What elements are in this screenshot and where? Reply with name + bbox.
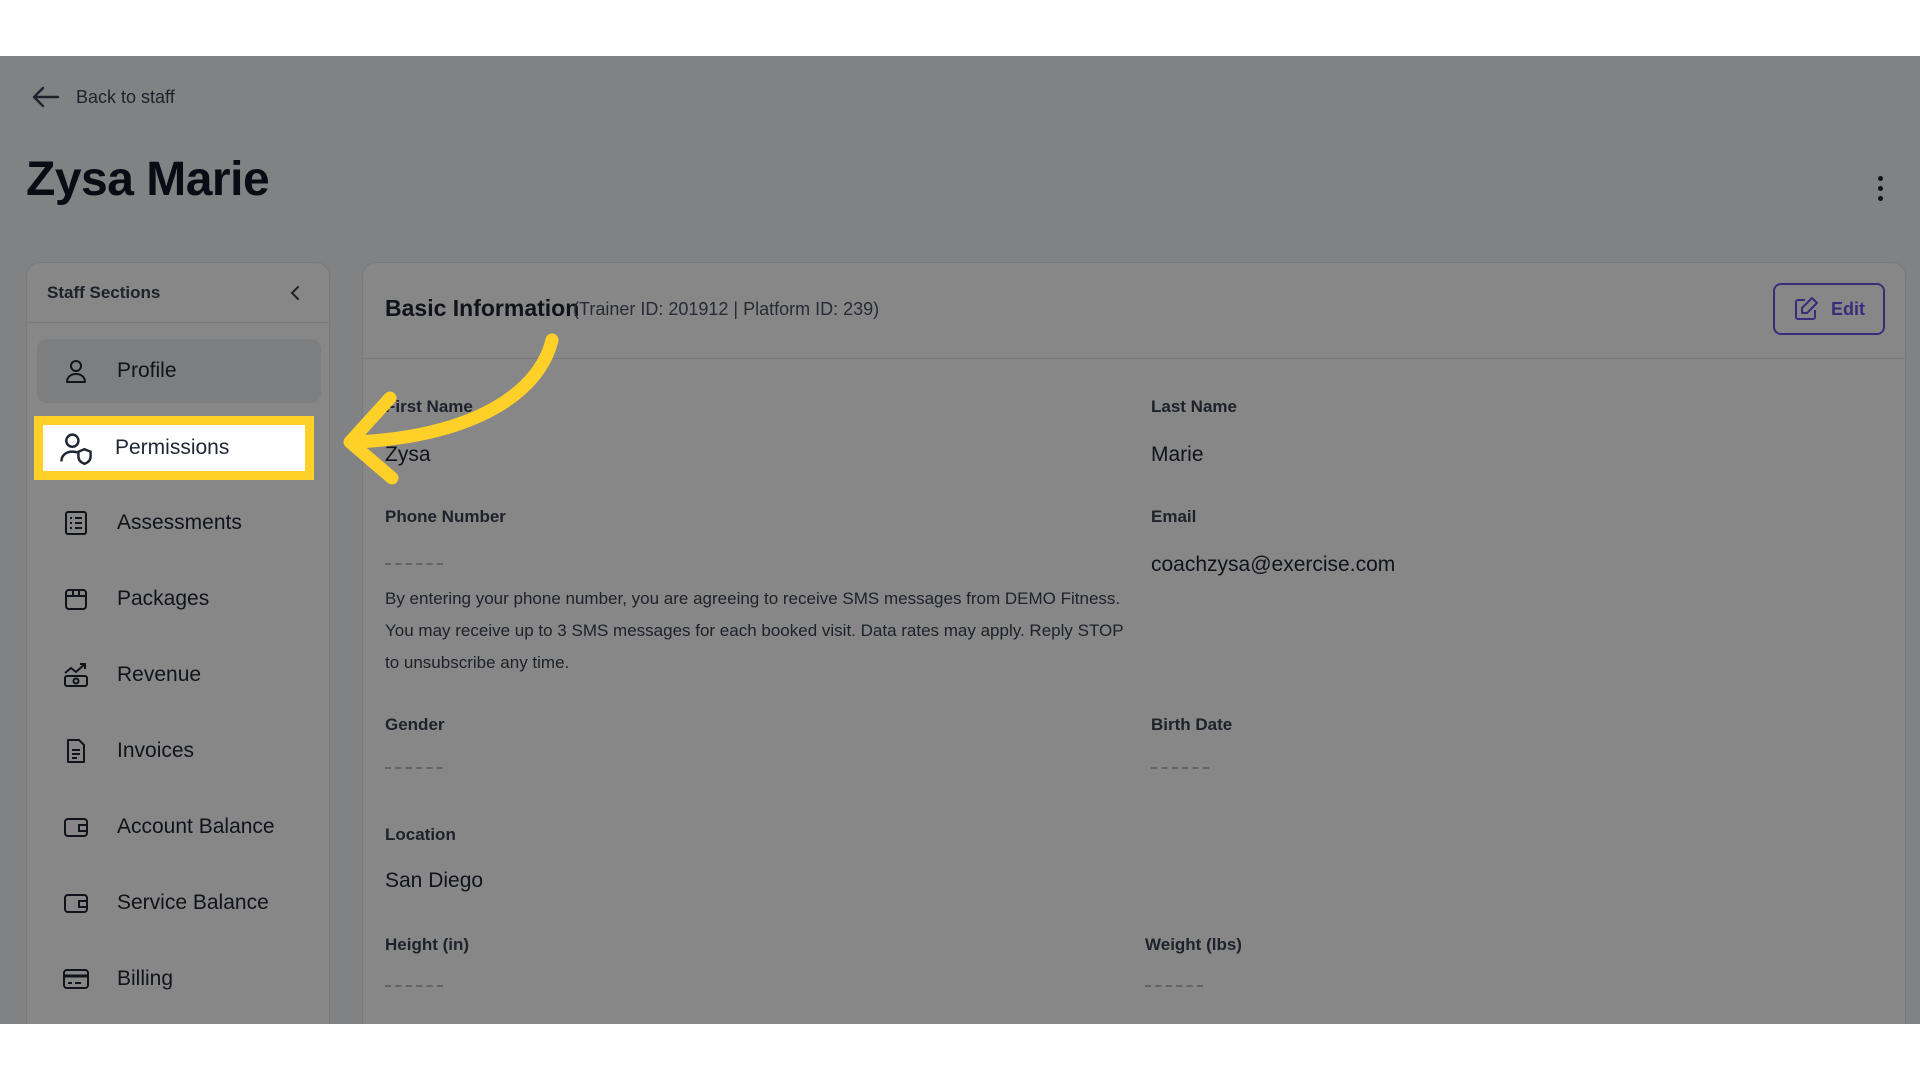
gender-empty xyxy=(385,767,443,769)
package-icon xyxy=(61,584,91,614)
back-to-staff-link[interactable]: Back to staff xyxy=(32,86,175,108)
edit-button[interactable]: Edit xyxy=(1773,283,1885,335)
birth-date-empty xyxy=(1151,767,1209,769)
collapse-sidebar-button[interactable] xyxy=(281,279,309,307)
sidebar-item-profile[interactable]: Profile xyxy=(37,339,321,403)
sidebar-item-revenue[interactable]: Revenue xyxy=(37,643,321,707)
first-name-label: First Name xyxy=(385,397,473,416)
credit-card-icon xyxy=(61,964,91,994)
height-empty xyxy=(385,985,443,987)
sidebar-item-billing[interactable]: Billing xyxy=(37,947,321,1011)
email-label: Email xyxy=(1151,507,1197,526)
birth-date-label: Birth Date xyxy=(1151,715,1233,734)
sidebar-title: Staff Sections xyxy=(47,282,161,302)
sidebar-item-label: Billing xyxy=(117,967,174,990)
email-value: coachzysa@exercise.com xyxy=(1151,553,1396,576)
last-name-value: Marie xyxy=(1151,443,1204,466)
sidebar-item-label: Invoices xyxy=(117,739,195,762)
weight-empty xyxy=(1145,985,1203,987)
edit-icon xyxy=(1795,297,1818,320)
user-shield-icon xyxy=(59,431,93,465)
sidebar-item-service-balance[interactable]: Service Balance xyxy=(37,871,321,935)
arrow-left-icon xyxy=(32,86,60,108)
weight-label: Weight (lbs) xyxy=(1145,935,1242,954)
card-header: Basic Information (Trainer ID: 201912 | … xyxy=(363,263,1905,359)
app-screen: Back to staff Zysa Marie Staff Sections … xyxy=(0,56,1920,1024)
basic-information-card: Basic Information (Trainer ID: 201912 | … xyxy=(362,262,1906,1024)
checklist-icon xyxy=(61,508,91,538)
more-options-icon[interactable] xyxy=(1868,168,1892,208)
phone-number-empty xyxy=(385,563,443,565)
user-icon xyxy=(61,356,91,386)
gender-label: Gender xyxy=(385,715,445,734)
sidebar-item-assessments[interactable]: Assessments xyxy=(37,491,321,555)
sidebar-item-invoices[interactable]: Invoices xyxy=(37,719,321,783)
highlighted-permissions-item[interactable]: Permissions xyxy=(34,416,314,480)
wallet-icon xyxy=(61,812,91,842)
first-name-value: Zysa xyxy=(385,443,431,466)
sms-consent-note: By entering your phone number, you are a… xyxy=(385,589,1124,672)
phone-number-label: Phone Number xyxy=(385,507,506,526)
location-value: San Diego xyxy=(385,869,484,892)
back-label: Back to staff xyxy=(76,86,175,107)
location-label: Location xyxy=(385,825,456,844)
height-label: Height (in) xyxy=(385,935,470,954)
revenue-icon xyxy=(61,660,91,690)
staff-sections-sidebar: Staff Sections Profile Permissions Asses… xyxy=(26,262,330,1024)
edit-label: Edit xyxy=(1831,298,1865,319)
sidebar-item-packages[interactable]: Packages xyxy=(37,567,321,631)
wallet-icon xyxy=(61,888,91,918)
sidebar-item-label: Assessments xyxy=(117,511,242,534)
sidebar-item-label: Service Balance xyxy=(117,891,269,914)
chevron-left-icon xyxy=(290,285,299,300)
invoice-icon xyxy=(61,736,91,766)
last-name-label: Last Name xyxy=(1151,397,1237,416)
sidebar-item-account-balance[interactable]: Account Balance xyxy=(37,795,321,859)
card-title: Basic Information xyxy=(385,295,580,321)
highlighted-permissions-label: Permissions xyxy=(115,436,230,459)
page-title: Zysa Marie xyxy=(26,153,270,206)
sidebar-header: Staff Sections xyxy=(27,263,329,323)
sidebar-item-label: Profile xyxy=(117,359,177,382)
card-subtitle: (Trainer ID: 201912 | Platform ID: 239) xyxy=(573,299,880,319)
sidebar-item-label: Account Balance xyxy=(117,815,275,838)
sidebar-item-label: Revenue xyxy=(117,663,202,686)
sidebar-item-label: Packages xyxy=(117,587,210,610)
